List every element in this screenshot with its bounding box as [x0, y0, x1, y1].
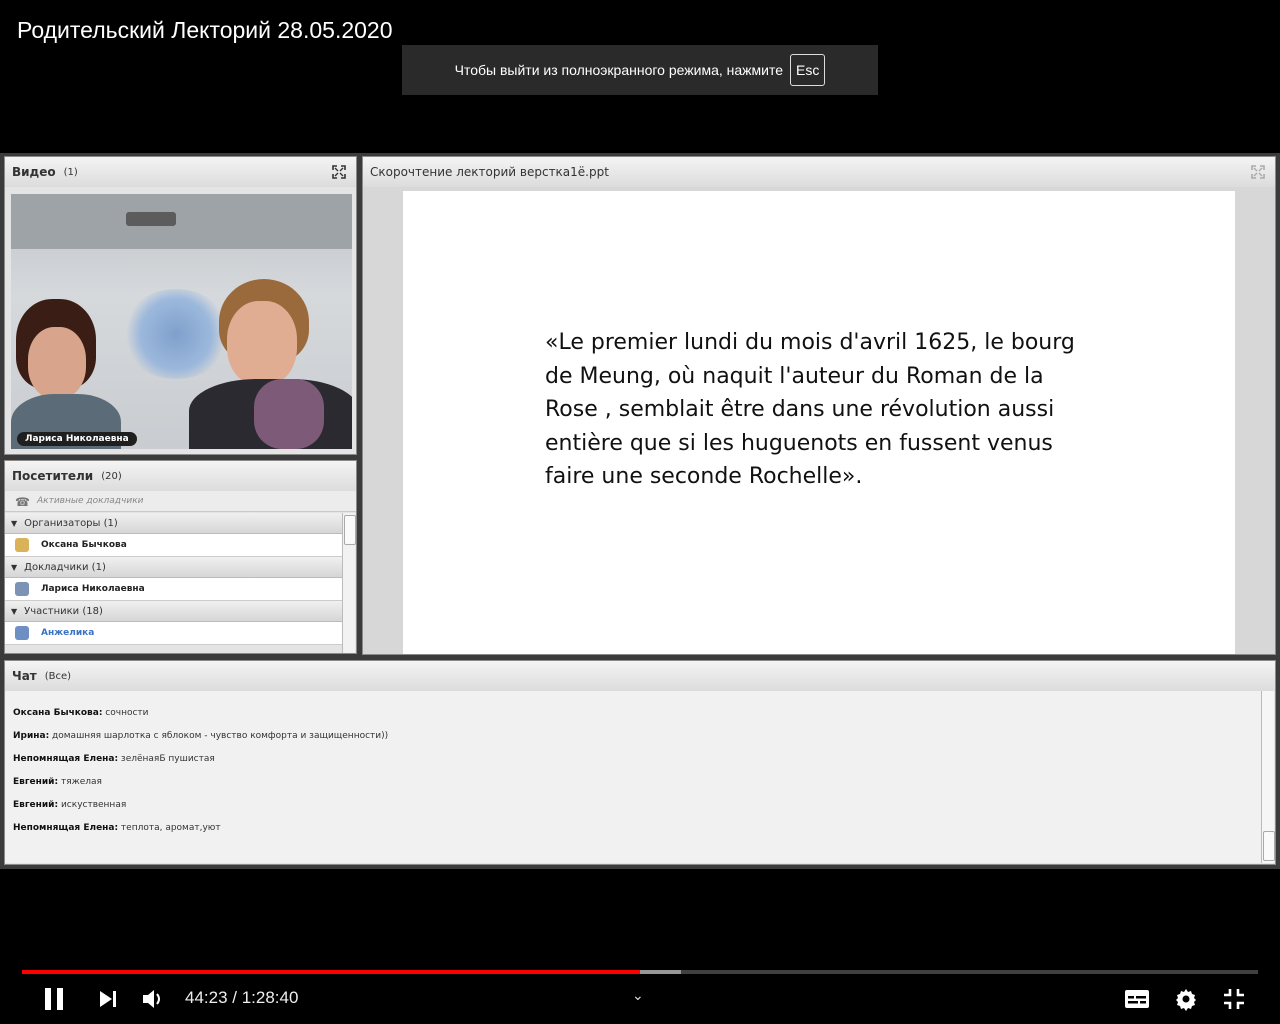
time-display: 44:23 / 1:28:40	[185, 988, 299, 1007]
exit-fullscreen-button[interactable]	[1220, 985, 1248, 1013]
slide-line: «Le premier lundi du mois d'avril 1625, …	[545, 330, 1075, 355]
settings-button[interactable]	[1172, 985, 1200, 1013]
participant-user-icon	[15, 626, 29, 640]
attendee-row[interactable]: Лариса Николаевна	[5, 578, 342, 601]
chat-scrollbar[interactable]	[1261, 691, 1275, 863]
chat-pod: Чат (Все) Оксана Бычкова: сочности Ирина…	[4, 660, 1276, 865]
active-speakers-row[interactable]: ☎ Активные докладчики	[5, 491, 356, 512]
group-label: Организаторы (1)	[24, 517, 118, 529]
chat-author: Непомнящая Елена:	[13, 754, 119, 764]
person-right	[179, 279, 352, 449]
chat-text: зелёнаяБ пушистая	[118, 754, 215, 764]
progress-bar[interactable]	[22, 970, 1258, 974]
fullscreen-notice: Чтобы выйти из полноэкранного режима, на…	[402, 45, 878, 95]
slide-line: Rose , semblait être dans une révolution…	[545, 397, 1055, 422]
video-pod-title: Видео	[12, 165, 56, 179]
video-pod: Видео (1) Лариса Николаевна	[4, 156, 357, 455]
chat-text: сочности	[102, 708, 149, 718]
attendee-list: ▼ Организаторы (1) Оксана Бычкова ▼ Докл…	[5, 513, 342, 645]
group-label: Докладчики (1)	[24, 561, 106, 573]
chat-message: Евгений: тяжелая	[13, 777, 102, 787]
phone-icon: ☎	[15, 495, 30, 509]
video-pod-count: (1)	[63, 166, 78, 178]
chat-message: Ирина: домашняя шарлотка с яблоком - чув…	[13, 731, 388, 741]
scrollbar-thumb[interactable]	[1263, 831, 1275, 861]
chevron-down-icon[interactable]: ⌄	[632, 987, 644, 1004]
person-left	[11, 299, 121, 449]
attendee-name: Анжелика	[41, 628, 95, 638]
video-title: Родительский Лекторий 28.05.2020	[17, 17, 393, 43]
gear-icon	[1176, 989, 1196, 1011]
chat-text: домашняя шарлотка с яблоком - чувство ко…	[49, 731, 389, 741]
chat-message: Евгений: искуственная	[13, 800, 126, 810]
active-speakers-label: Активные докладчики	[37, 496, 144, 506]
presentation-slide: «Le premier lundi du mois d'avril 1625, …	[403, 191, 1235, 654]
chat-author: Ирина:	[13, 731, 50, 741]
attendees-pod-header: Посетители (20)	[5, 461, 356, 491]
attendee-row[interactable]: Оксана Бычкова	[5, 534, 342, 557]
chat-text: искуственная	[58, 800, 127, 810]
chat-message: Оксана Бычкова: сочности	[13, 708, 149, 718]
esc-key: Esc	[790, 54, 826, 86]
share-pod-header: Скорочтение лекторий верстка1ё.ppt	[363, 157, 1275, 187]
group-label: Участники (18)	[24, 605, 103, 617]
chat-text: тяжелая	[58, 777, 102, 787]
fullscreen-notice-text: Чтобы выйти из полноэкранного режима, на…	[454, 62, 784, 78]
projector	[126, 212, 176, 226]
share-pod-title: Скорочтение лекторий верстка1ё.ppt	[370, 165, 609, 179]
meeting-room: Видео (1) Лариса Николаевна Посетители (…	[0, 153, 1280, 869]
next-icon	[100, 991, 116, 1007]
presenter-user-icon	[15, 582, 29, 596]
share-pod: Скорочтение лекторий верстка1ё.ppt «Le p…	[362, 156, 1276, 655]
maximize-icon[interactable]	[1251, 165, 1265, 179]
attendees-scrollbar[interactable]	[342, 513, 356, 653]
group-participants[interactable]: ▼ Участники (18)	[5, 601, 342, 622]
group-presenters[interactable]: ▼ Докладчики (1)	[5, 557, 342, 578]
chat-author: Непомнящая Елена:	[13, 823, 119, 833]
pause-icon	[45, 988, 63, 1010]
chat-filter: (Все)	[44, 670, 72, 682]
volume-icon	[143, 990, 160, 1008]
chat-author: Евгений:	[13, 777, 59, 787]
exit-fullscreen-icon	[1224, 989, 1244, 1009]
next-button[interactable]	[96, 985, 120, 1013]
chat-pod-title: Чат	[12, 669, 37, 683]
chat-pod-header: Чат (Все)	[5, 661, 1275, 691]
attendees-pod: Посетители (20) ☎ Активные докладчики ▼ …	[4, 460, 357, 654]
pause-button[interactable]	[40, 985, 68, 1013]
chat-author: Оксана Бычкова:	[13, 708, 103, 718]
chat-messages: Оксана Бычкова: сочности Ирина: домашняя…	[5, 691, 1261, 863]
attendees-pod-title: Посетители	[12, 469, 94, 483]
chat-author: Евгений:	[13, 800, 59, 810]
chat-message: Непомнящая Елена: теплота, аромат,уют	[13, 823, 221, 833]
volume-button[interactable]	[140, 985, 166, 1013]
played-bar	[22, 970, 640, 974]
collapse-triangle-icon: ▼	[11, 562, 18, 572]
subtitles-button[interactable]	[1122, 985, 1152, 1013]
slide-line: faire une seconde Rochelle».	[545, 464, 863, 489]
group-hosts[interactable]: ▼ Организаторы (1)	[5, 513, 342, 534]
attendees-count: (20)	[101, 470, 122, 482]
collapse-triangle-icon: ▼	[11, 518, 18, 528]
maximize-icon[interactable]	[332, 165, 346, 179]
video-pod-header: Видео (1)	[5, 157, 356, 187]
attendee-name: Лариса Николаевна	[41, 584, 145, 594]
host-user-icon	[15, 538, 29, 552]
attendee-name: Оксана Бычкова	[41, 540, 127, 550]
slide-line: entière que si les huguenots en fussent …	[545, 430, 1053, 456]
chat-message: Непомнящая Елена: зелёнаяБ пушистая	[13, 754, 215, 764]
subtitles-icon	[1125, 990, 1149, 1008]
collapse-triangle-icon: ▼	[11, 606, 18, 616]
speaker-name-label: Лариса Николаевна	[17, 432, 137, 446]
chat-text: теплота, аромат,уют	[118, 823, 221, 833]
attendee-row[interactable]: Анжелика	[5, 622, 342, 645]
slide-text: «Le premier lundi du mois d'avril 1625, …	[545, 326, 1105, 494]
scrollbar-thumb[interactable]	[344, 515, 356, 545]
webcam-feed: Лариса Николаевна	[11, 194, 352, 449]
slide-line: de Meung, où naquit l'auteur du Roman de…	[545, 363, 1044, 389]
